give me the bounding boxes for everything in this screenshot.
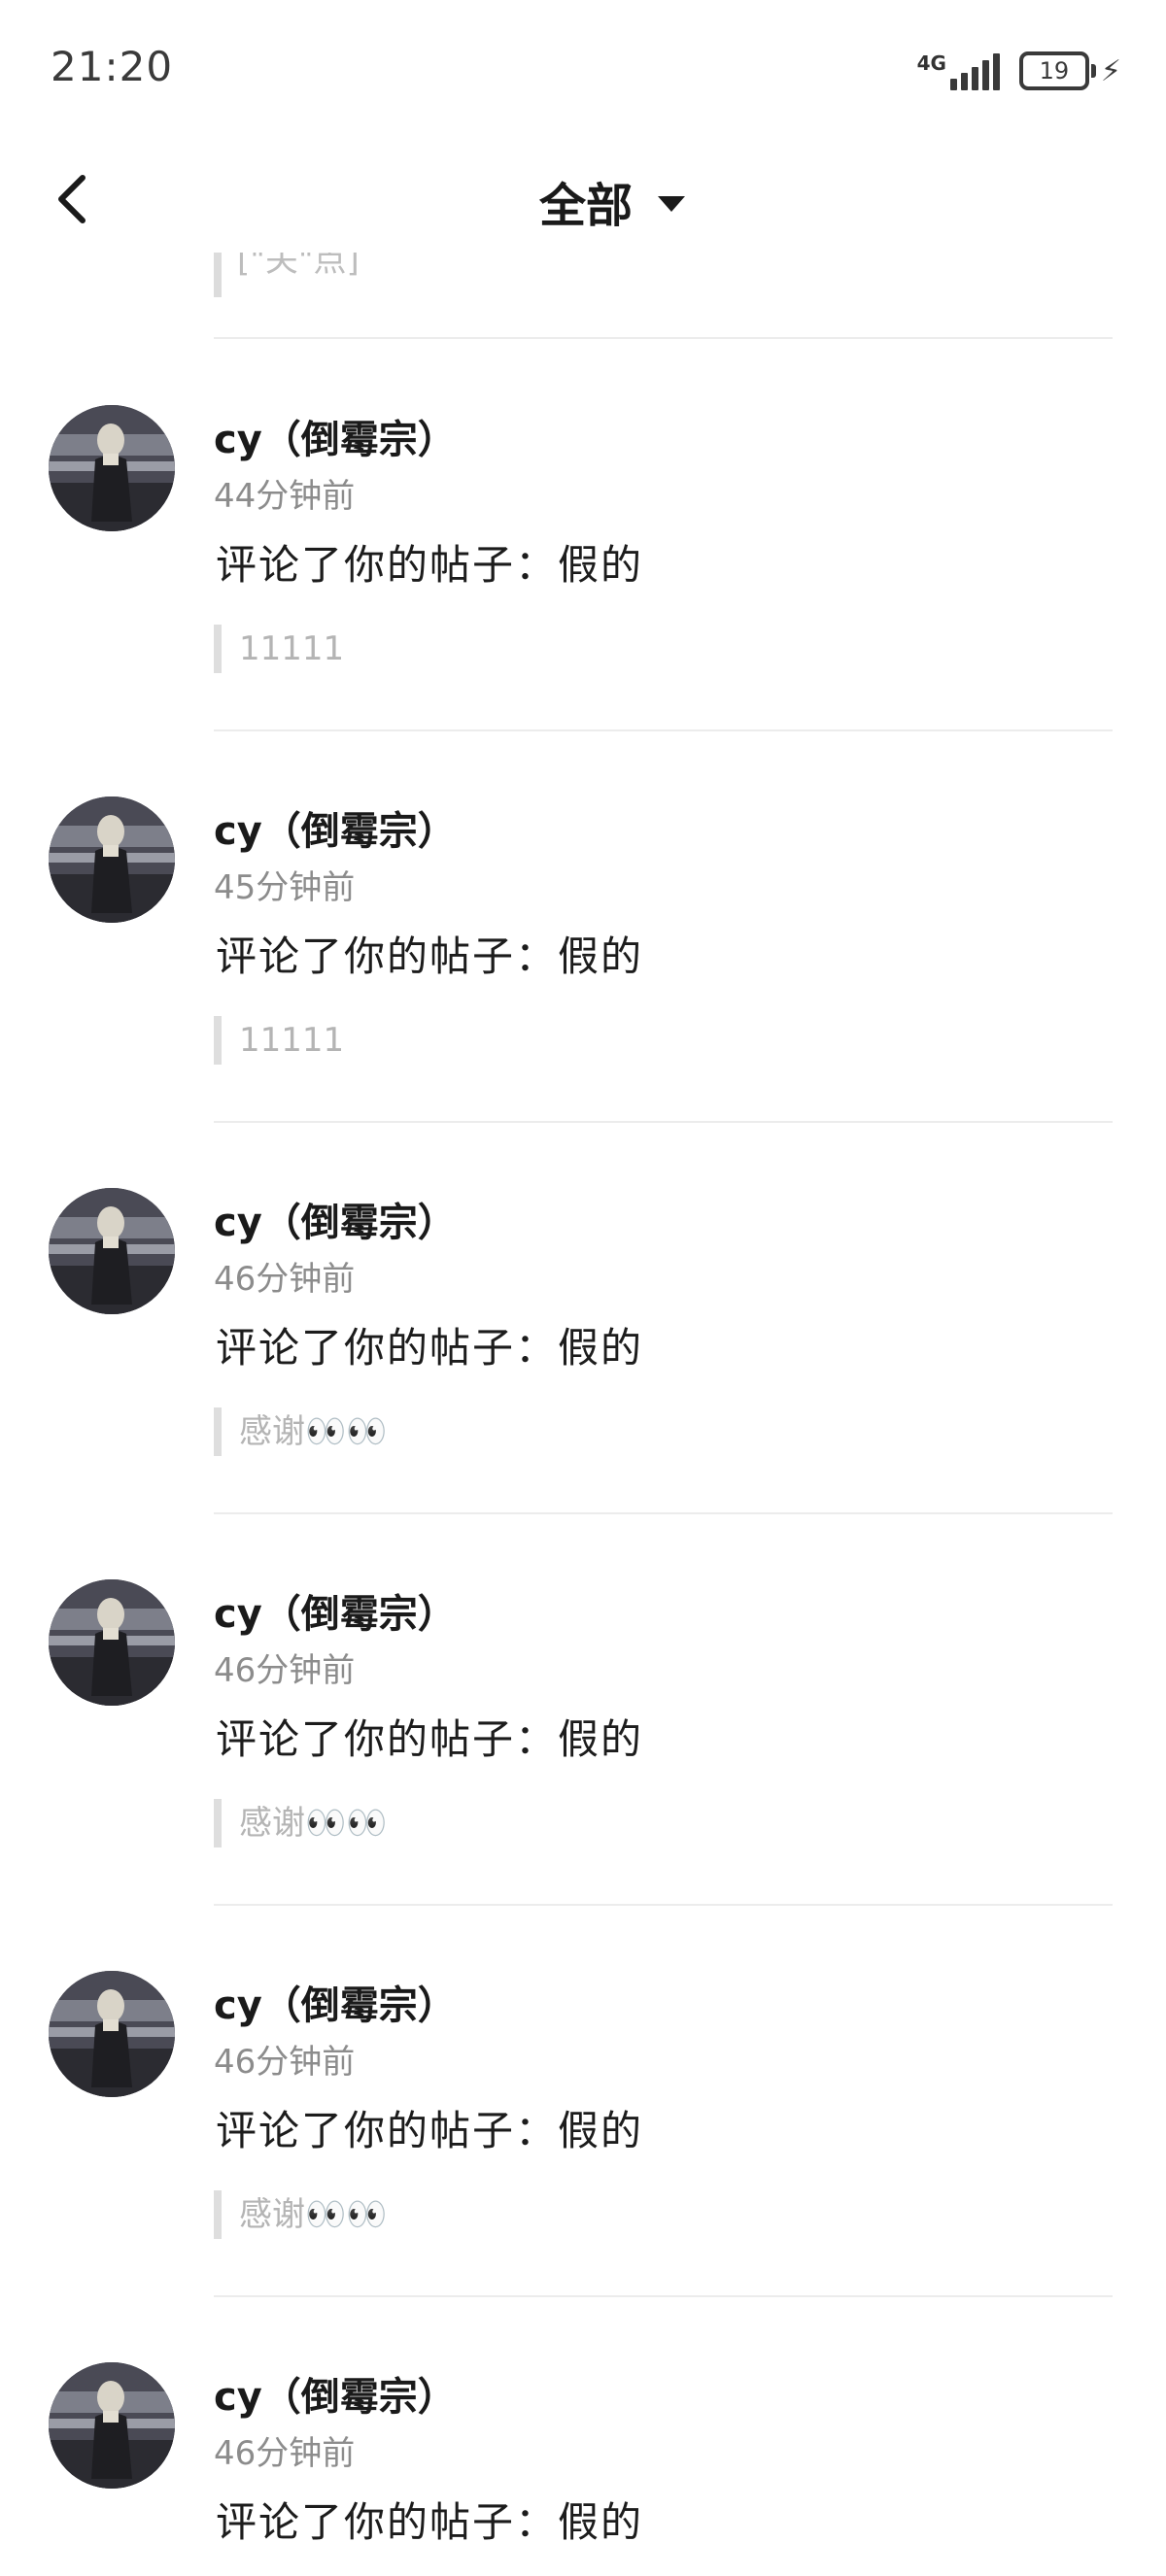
notification-item[interactable]: cy（倒霉宗） 46分钟前 评论了你的帖子：假的 感谢👀👀 — [0, 1514, 1166, 1906]
avatar-image — [49, 1188, 175, 1314]
notification-item[interactable]: cy（倒霉宗） 46分钟前 评论了你的帖子：假的 感谢👀👀 — [0, 1123, 1166, 1514]
quoted-comment: 感谢👀👀 — [214, 1799, 388, 1847]
partial-quote-bar — [214, 253, 229, 297]
username[interactable]: cy（倒霉宗） — [214, 1974, 457, 2030]
notification-text[interactable]: 评论了你的帖子：假的 — [216, 1315, 643, 1374]
notification-item[interactable]: cy（倒霉宗） 44分钟前 评论了你的帖子：假的 11111 — [0, 340, 1166, 731]
battery-icon: 19 — [1018, 51, 1096, 90]
notification-text[interactable]: 评论了你的帖子：假的 — [216, 2098, 643, 2157]
page-title: 全部 — [538, 179, 633, 233]
avatar[interactable] — [49, 797, 175, 923]
timestamp: 46分钟前 — [214, 2043, 356, 2082]
bolt-icon: ⚡ — [1100, 53, 1121, 88]
timestamp: 46分钟前 — [214, 2434, 356, 2473]
notification-text[interactable]: 评论了你的帖子：假的 — [216, 2490, 643, 2549]
notification-list[interactable]: ["关"点] cy（倒霉宗） 44分钟前 评论了你的帖子：假的 11111 cy… — [0, 253, 1166, 2576]
timestamp: 46分钟前 — [214, 1651, 356, 1690]
divider — [214, 337, 1113, 339]
network-type: 4G — [916, 51, 946, 75]
timestamp: 45分钟前 — [214, 868, 356, 907]
notification-item[interactable]: cy（倒霉宗） 45分钟前 评论了你的帖子：假的 11111 — [0, 731, 1166, 1123]
partial-quote-text: ["关"点] — [237, 253, 360, 280]
username[interactable]: cy（倒霉宗） — [214, 408, 457, 464]
username[interactable]: cy（倒霉宗） — [214, 1582, 457, 1639]
filter-dropdown[interactable]: 全部 — [0, 167, 1166, 235]
notification-item[interactable]: cy（倒霉宗） 46分钟前 评论了你的帖子：假的 — [0, 2297, 1166, 2576]
avatar[interactable] — [49, 1971, 175, 2097]
quoted-comment: 感谢👀👀 — [214, 1407, 388, 1456]
username[interactable]: cy（倒霉宗） — [214, 799, 457, 856]
avatar[interactable] — [49, 405, 175, 531]
status-bar: 21:20 4G 19 ⚡ — [0, 0, 1166, 146]
avatar[interactable] — [49, 1188, 175, 1314]
notification-item[interactable]: cy（倒霉宗） 46分钟前 评论了你的帖子：假的 感谢👀👀 — [0, 1906, 1166, 2297]
nav-bar: 全部 — [0, 146, 1166, 253]
notification-text[interactable]: 评论了你的帖子：假的 — [216, 924, 643, 983]
caret-down-icon — [658, 196, 685, 212]
quoted-comment: 11111 — [214, 1016, 344, 1065]
notification-text[interactable]: 评论了你的帖子：假的 — [216, 532, 643, 592]
quoted-comment: 感谢👀👀 — [214, 2190, 388, 2239]
avatar-image — [49, 797, 175, 923]
status-time: 21:20 — [51, 43, 174, 90]
status-icons: 4G 19 ⚡ — [917, 49, 1121, 93]
avatar[interactable] — [49, 2362, 175, 2489]
signal-icon — [949, 51, 1004, 90]
timestamp: 44分钟前 — [214, 477, 356, 516]
avatar[interactable] — [49, 1579, 175, 1706]
username[interactable]: cy（倒霉宗） — [214, 1191, 457, 1247]
avatar-image — [49, 1579, 175, 1706]
battery-level: 19 — [1039, 57, 1070, 85]
username[interactable]: cy（倒霉宗） — [214, 2365, 457, 2422]
avatar-image — [49, 1971, 175, 2097]
quoted-comment: 11111 — [214, 625, 344, 673]
avatar-image — [49, 405, 175, 531]
notification-text[interactable]: 评论了你的帖子：假的 — [216, 1707, 643, 1766]
avatar-image — [49, 2362, 175, 2489]
timestamp: 46分钟前 — [214, 1260, 356, 1299]
